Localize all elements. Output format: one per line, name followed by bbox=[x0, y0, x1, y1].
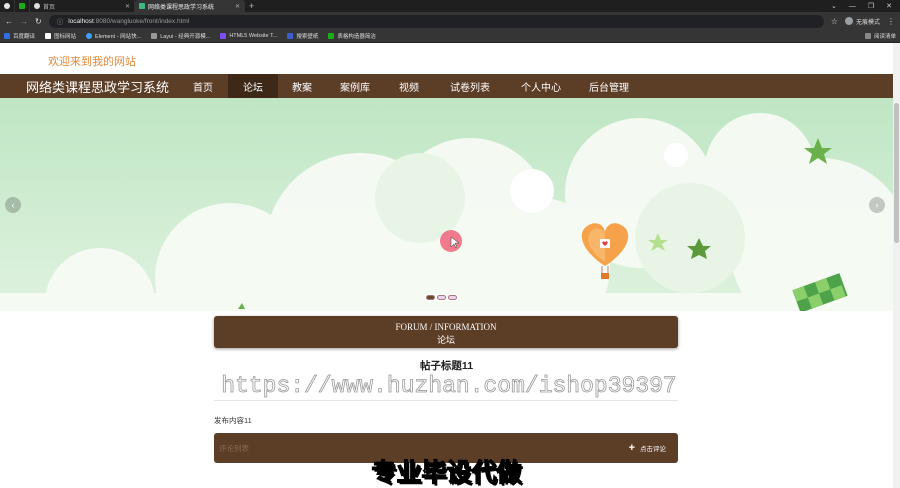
forum-section-header: FORUM / INFORMATION 论坛 bbox=[214, 316, 678, 348]
address-bar-row: ← → ↻ ⓘ localhost:8080/wangluoke/front/i… bbox=[0, 12, 900, 30]
carousel-banner[interactable]: ‹ › bbox=[0, 98, 893, 311]
section-title-en: FORUM / INFORMATION bbox=[395, 322, 497, 332]
bookmark-item[interactable]: 表格构造器简洁 bbox=[328, 32, 376, 40]
banner-illustration bbox=[0, 98, 893, 311]
bookmark-item[interactable]: 图标网站 bbox=[45, 32, 76, 40]
watermark-url: https://www.huzhan.com/ishop39397 bbox=[221, 373, 677, 400]
section-title-cn: 论坛 bbox=[436, 335, 455, 345]
incognito-icon bbox=[844, 17, 853, 25]
close-icon[interactable]: ✕ bbox=[125, 3, 130, 10]
browser-tab-2[interactable] bbox=[15, 0, 30, 12]
info-icon: ⓘ bbox=[56, 19, 64, 26]
reload-icon[interactable]: ↻ bbox=[35, 17, 42, 26]
divider bbox=[214, 400, 678, 401]
chevron-right-icon: › bbox=[875, 200, 879, 210]
nav-item-lessons[interactable]: 教案 bbox=[278, 74, 326, 98]
tab-label: 首页 bbox=[43, 4, 56, 11]
profile-label: 无痕模式 bbox=[855, 19, 880, 26]
plus-icon: + bbox=[249, 1, 255, 11]
bookmarks-bar: 百度翻译 图标网站 Element - 网站快... Layui - 经典开源模… bbox=[0, 30, 900, 43]
bookmark-label: HTML5 Website T... bbox=[229, 33, 278, 39]
nav-item-cases[interactable]: 案例库 bbox=[326, 74, 384, 98]
restore-icon[interactable]: ❐ bbox=[868, 2, 874, 10]
element-icon bbox=[86, 33, 93, 39]
add-comment-label: 点击评论 bbox=[640, 446, 666, 453]
web-page: 欢迎来到我的网站 网络类课程思政学习系统 首页 论坛 教案 案例库 视频 试卷列… bbox=[0, 43, 893, 488]
new-tab-button[interactable]: + bbox=[245, 0, 258, 12]
scrollbar-thumb[interactable] bbox=[894, 103, 899, 243]
browser-tab-strip: 首页 ✕ 网络类课程思政学习系统 ✕ + ⌄ — ❐ ✕ bbox=[0, 0, 900, 12]
chevron-left-icon: ‹ bbox=[11, 200, 15, 210]
bookmark-label: 表格构造器简洁 bbox=[337, 34, 376, 40]
close-window-icon[interactable]: ✕ bbox=[886, 2, 892, 10]
window-controls: ⌄ — ❐ ✕ bbox=[831, 0, 900, 12]
wallpaper-icon bbox=[287, 33, 294, 39]
url-path: :8080/wangluoke/front/index.html bbox=[93, 17, 190, 25]
carousel-dot[interactable] bbox=[437, 295, 446, 300]
bookmark-item[interactable]: HTML5 Website T... bbox=[220, 33, 277, 39]
close-icon[interactable]: ✕ bbox=[235, 3, 240, 10]
html5-icon bbox=[220, 33, 227, 39]
nav-item-admin[interactable]: 后台管理 bbox=[576, 74, 642, 98]
carousel-indicators bbox=[424, 294, 459, 301]
reading-list-button[interactable]: 阅读清单 bbox=[864, 32, 896, 40]
welcome-text: 欢迎来到我的网站 bbox=[48, 56, 136, 68]
reading-list-icon bbox=[864, 33, 871, 39]
translate-icon bbox=[4, 33, 10, 39]
vue-icon bbox=[139, 3, 145, 9]
bookmark-item[interactable]: Element - 网站快... bbox=[86, 32, 141, 40]
minimize-icon[interactable]: — bbox=[849, 3, 856, 10]
promo-caption: 专业毕设代做 bbox=[371, 458, 522, 487]
browser-tab-active[interactable]: 网络类课程思政学习系统 ✕ bbox=[135, 0, 245, 12]
forward-icon[interactable]: → bbox=[20, 17, 28, 26]
bookmark-item[interactable]: Layui - 经典开源模... bbox=[151, 32, 210, 40]
bookmark-label: 百度翻译 bbox=[13, 34, 36, 40]
nav-item-forum[interactable]: 论坛 bbox=[228, 74, 278, 98]
globe-icon bbox=[34, 3, 40, 9]
back-icon[interactable]: ← bbox=[5, 17, 13, 26]
chrome-icon bbox=[4, 3, 10, 9]
carousel-prev-button[interactable]: ‹ bbox=[5, 197, 21, 213]
bookmark-label: 搜索壁纸 bbox=[296, 34, 319, 40]
bookmark-item[interactable]: 百度翻译 bbox=[4, 32, 35, 40]
chevron-down-icon[interactable]: ⌄ bbox=[831, 2, 837, 10]
browser-tab-home[interactable]: 首页 ✕ bbox=[30, 0, 135, 12]
page-scrollbar[interactable] bbox=[893, 43, 900, 488]
profile-button[interactable]: 无痕模式 bbox=[844, 17, 880, 26]
app-icon bbox=[19, 3, 25, 9]
tab-label: 网络类课程思政学习系统 bbox=[148, 4, 215, 11]
bookmark-label: Element - 网站快... bbox=[95, 34, 142, 40]
carousel-dot[interactable] bbox=[448, 295, 457, 300]
table-icon bbox=[328, 33, 335, 39]
menu-icon[interactable]: ⋮ bbox=[887, 17, 895, 26]
comment-list-label: 评论列表 bbox=[219, 443, 249, 453]
post-title: 帖子标题11 bbox=[419, 360, 474, 372]
site-title[interactable]: 网络类课程思政学习系统 bbox=[0, 77, 182, 96]
bookmark-label: Layui - 经典开源模... bbox=[160, 34, 211, 40]
carousel-next-button[interactable]: › bbox=[869, 197, 885, 213]
flag-icon bbox=[45, 33, 52, 39]
reading-list-label: 阅读清单 bbox=[873, 34, 896, 40]
url-field[interactable]: ⓘ localhost:8080/wangluoke/front/index.h… bbox=[48, 14, 824, 28]
nav-item-videos[interactable]: 视频 bbox=[384, 74, 434, 98]
post-content: 发布内容11 bbox=[214, 416, 252, 425]
nav-item-home[interactable]: 首页 bbox=[178, 74, 228, 98]
bookmark-label: 图标网站 bbox=[54, 34, 77, 40]
top-nav: 网络类课程思政学习系统 首页 论坛 教案 案例库 视频 试卷列表 个人中心 后台… bbox=[0, 74, 893, 98]
layui-icon bbox=[151, 33, 158, 39]
nav-item-exams[interactable]: 试卷列表 bbox=[434, 74, 506, 98]
url-host: localhost bbox=[68, 17, 94, 25]
nav-item-profile[interactable]: 个人中心 bbox=[506, 74, 576, 98]
star-icon[interactable]: ☆ bbox=[831, 17, 838, 26]
bookmark-item[interactable]: 搜索壁纸 bbox=[287, 32, 318, 40]
carousel-dot[interactable] bbox=[426, 295, 435, 300]
browser-tab-1[interactable] bbox=[0, 0, 15, 12]
